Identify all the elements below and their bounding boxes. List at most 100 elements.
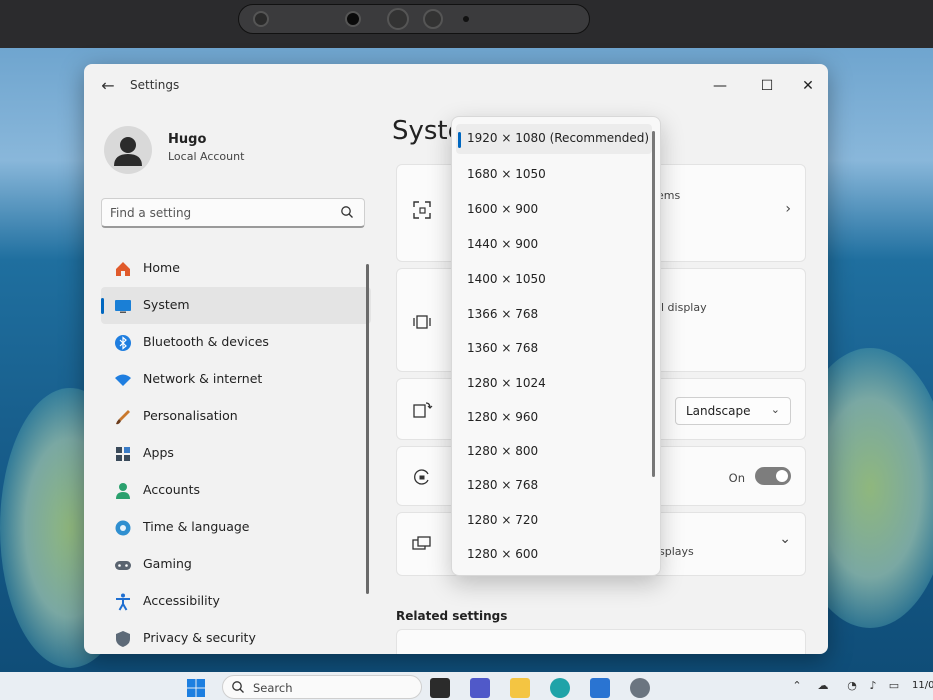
store-icon[interactable] <box>590 678 610 698</box>
webcam-lens <box>387 8 409 30</box>
windows-start-icon[interactable] <box>186 678 206 698</box>
sidebar-item-time-language[interactable]: Time & language <box>101 509 371 546</box>
sidebar-item-system[interactable]: System <box>101 287 371 324</box>
avatar[interactable] <box>104 126 152 174</box>
user-icon <box>114 137 142 166</box>
profile-account-type: Local Account <box>168 150 245 163</box>
webcam-sensor <box>253 11 269 27</box>
sidebar-item-label: Privacy & security <box>143 630 256 645</box>
sidebar-item-label: Gaming <box>143 556 192 571</box>
wifi-tray-icon[interactable]: ◔ <box>845 679 859 693</box>
sidebar-scrollbar[interactable] <box>366 264 369 594</box>
resolution-icon <box>413 315 431 329</box>
orientation-icon <box>413 402 433 418</box>
maximize-button[interactable]: ☐ <box>753 74 781 98</box>
related-settings-card[interactable] <box>396 629 806 654</box>
close-button[interactable]: ✕ <box>794 74 822 98</box>
title-bar: ← Settings — ☐ ✕ <box>84 64 828 108</box>
resolution-option-label: 1400 × 1050 <box>467 272 546 286</box>
multiple-displays-icon <box>412 536 431 550</box>
edge-icon[interactable] <box>550 678 570 698</box>
resolution-option[interactable]: 1280 × 720 <box>456 506 652 536</box>
resolution-option[interactable]: 1280 × 600 <box>456 540 652 570</box>
resolution-option[interactable]: 1366 × 768 <box>456 300 652 330</box>
resolution-dropdown-list: 1920 × 1080 (Recommended) 1680 × 1050 16… <box>451 116 661 576</box>
sidebar-item-accounts[interactable]: Accounts <box>101 472 371 509</box>
resolution-option[interactable]: 1280 × 768 <box>456 471 652 501</box>
sidebar-item-home[interactable]: Home <box>101 250 371 287</box>
dropdown-scrollbar[interactable] <box>652 131 655 477</box>
scale-icon <box>413 201 431 219</box>
sidebar-nav: Home System Bluetooth & devices Network … <box>101 250 371 654</box>
resolution-option-label: 1920 × 1080 (Recommended) <box>467 131 650 145</box>
webcam-lens <box>345 11 361 27</box>
search-icon <box>341 206 353 218</box>
sidebar-item-network[interactable]: Network & internet <box>101 361 371 398</box>
taskbar-search[interactable]: Search <box>222 675 422 699</box>
resolution-option[interactable]: 1440 × 900 <box>456 230 652 260</box>
resolution-option[interactable]: 1360 × 768 <box>456 334 652 364</box>
laptop-bezel <box>0 0 933 52</box>
sidebar-item-bluetooth[interactable]: Bluetooth & devices <box>101 324 371 361</box>
multiple-displays-text: splays <box>659 545 694 558</box>
shield-icon <box>116 631 130 647</box>
sidebar-item-accessibility[interactable]: Accessibility <box>101 583 371 620</box>
resolution-option-label: 1680 × 1050 <box>467 167 546 181</box>
back-arrow-icon[interactable]: ← <box>98 76 118 96</box>
resolution-option[interactable]: 1280 × 800 <box>456 437 652 467</box>
settings-search[interactable] <box>101 198 365 228</box>
sidebar-item-privacy[interactable]: Privacy & security <box>101 620 371 654</box>
sidebar-item-label: Home <box>143 260 180 275</box>
resolution-option[interactable]: 1920 × 1080 (Recommended) <box>456 124 652 154</box>
brush-icon <box>116 410 130 425</box>
window-title: Settings <box>130 78 180 92</box>
resolution-option[interactable]: 1400 × 1050 <box>456 265 652 295</box>
resolution-option-label: 1280 × 1024 <box>467 376 546 390</box>
resolution-option[interactable]: 1680 × 1050 <box>456 160 652 190</box>
resolution-option-label: 1360 × 768 <box>467 341 539 355</box>
accessibility-icon <box>116 593 130 611</box>
rotation-lock-toggle[interactable] <box>755 467 791 485</box>
resolution-option-label: 1600 × 900 <box>467 202 539 216</box>
apps-icon <box>116 447 130 461</box>
toggle-knob <box>776 470 788 482</box>
battery-icon[interactable]: ▭ <box>887 679 901 693</box>
system-icon <box>115 300 131 313</box>
sidebar-item-apps[interactable]: Apps <box>101 435 371 472</box>
webcam-bar <box>238 4 590 34</box>
teams-icon[interactable] <box>470 678 490 698</box>
resolution-option-label: 1280 × 768 <box>467 478 539 492</box>
resolution-option[interactable]: 1280 × 960 <box>456 403 652 433</box>
file-explorer-icon[interactable] <box>510 678 530 698</box>
settings-gear-icon[interactable] <box>630 678 650 698</box>
rotation-lock-state: On <box>728 471 745 485</box>
sidebar-item-label: Accounts <box>143 482 200 497</box>
minimize-button[interactable]: — <box>706 74 734 98</box>
volume-icon[interactable]: ♪ <box>866 679 880 693</box>
orientation-dropdown[interactable]: Landscape ⌄ <box>675 397 791 425</box>
sidebar-item-gaming[interactable]: Gaming <box>101 546 371 583</box>
search-input[interactable] <box>110 203 330 223</box>
webcam-indicator <box>463 16 469 22</box>
sidebar-item-label: Bluetooth & devices <box>143 334 269 349</box>
resolution-card-text: l display <box>661 301 707 314</box>
resolution-option-label: 1280 × 720 <box>467 513 539 527</box>
resolution-option-label: 1280 × 960 <box>467 410 539 424</box>
resolution-option[interactable]: 1280 × 1024 <box>456 369 652 399</box>
profile-name: Hugo <box>168 132 207 147</box>
globe-icon <box>115 520 131 536</box>
task-view-icon[interactable] <box>430 678 450 698</box>
clock[interactable]: 11/0 <box>912 680 933 691</box>
sidebar-item-personalisation[interactable]: Personalisation <box>101 398 371 435</box>
resolution-option-label: 1440 × 900 <box>467 237 539 251</box>
rotation-lock-icon <box>414 469 429 485</box>
cloud-icon[interactable]: ☁ <box>816 679 830 693</box>
sidebar-item-label: System <box>143 297 190 312</box>
orientation-value: Landscape <box>686 404 751 418</box>
chevron-up-icon[interactable]: ⌃ <box>790 679 804 693</box>
resolution-option[interactable]: 1600 × 900 <box>456 195 652 225</box>
sidebar-item-label: Accessibility <box>143 593 220 608</box>
related-settings-heading: Related settings <box>396 609 508 623</box>
sidebar-item-label: Apps <box>143 445 174 460</box>
taskbar-search-label: Search <box>253 681 293 695</box>
